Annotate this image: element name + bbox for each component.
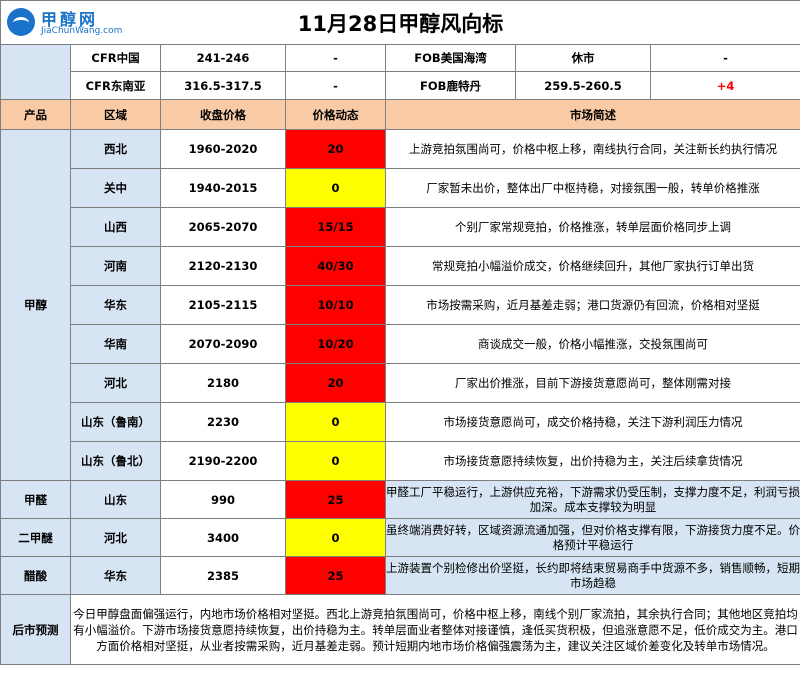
table-row: 山东（鲁南） 2230 0 市场接货意愿尚可，成交价格持稳，关注下游利润压力情况	[1, 402, 800, 442]
header-region: 区域	[70, 99, 161, 130]
table-row: 山西 2065-2070 15/15 个别厂家常规竞拍，价格推涨，转单层面价格同…	[1, 207, 800, 247]
region-cell: 山东	[70, 480, 161, 519]
intl-price-row: CFR中国 241-246 - FOB美国海湾 休市 -	[0, 44, 800, 100]
title-cell: 甲醇网 JiaChunWang.com 11月28日甲醇风向标	[0, 0, 800, 45]
page-title: 11月28日甲醇风向标	[297, 11, 504, 36]
table-row: 醋酸 华东 2385 25 上游装置个别检修出价坚挺，长约即将结束贸易商手中货源…	[0, 556, 800, 595]
change-cell: 15/15	[285, 207, 386, 247]
intl-name-b: FOB美国海湾	[385, 44, 516, 72]
intl-name-b: FOB鹿特丹	[385, 71, 516, 100]
table-row: 华南 2070-2090 10/20 商谈成交一般，价格小幅推涨，交投氛围尚可	[1, 324, 800, 364]
region-cell: 河南	[70, 246, 161, 286]
header-row: 产品 区域 收盘价格 价格动态 市场简述	[0, 99, 800, 130]
table-row: 华东 2105-2115 10/10 市场按需采购，近月基差走弱；港口货源仍有回…	[1, 285, 800, 325]
price-cell: 2190-2200	[160, 441, 286, 481]
desc-cell: 甲醛工厂平稳运行，上游供应充裕，下游需求仍受压制，支撑力度不足，利润亏损加深。成…	[384, 480, 800, 519]
outlook-text: 今日甲醇盘面偏强运行，内地市场价格相对坚挺。西北上游竞拍氛围尚可，价格中枢上移，…	[69, 594, 800, 665]
intl-name-a: CFR中国	[70, 44, 161, 72]
price-cell: 2105-2115	[160, 285, 286, 325]
table-row: 甲醛 山东 990 25 甲醛工厂平稳运行，上游供应充裕，下游需求仍受压制，支撑…	[0, 480, 800, 519]
intl-change-a: -	[285, 44, 386, 72]
product-dme: 二甲醚	[0, 518, 71, 557]
outlook-row: 后市预测 今日甲醇盘面偏强运行，内地市场价格相对坚挺。西北上游竞拍氛围尚可，价格…	[0, 594, 800, 665]
site-logo: 甲醇网 JiaChunWang.com	[5, 5, 135, 39]
intl-price-a: 241-246	[160, 44, 286, 72]
intl-price-b: 259.5-260.5	[515, 71, 651, 100]
header-change: 价格动态	[285, 99, 386, 130]
title-row: 甲醇网 JiaChunWang.com 11月28日甲醇风向标	[0, 0, 800, 45]
region-cell: 关中	[70, 168, 161, 208]
outlook-label: 后市预测	[0, 594, 71, 665]
desc-cell: 商谈成交一般，价格小幅推涨，交投氛围尚可	[384, 324, 800, 364]
intl-name-a: CFR东南亚	[70, 71, 161, 100]
change-cell: 0	[285, 518, 386, 557]
price-cell: 990	[160, 480, 286, 519]
price-cell: 1940-2015	[160, 168, 286, 208]
price-cell: 2120-2130	[160, 246, 286, 286]
price-cell: 2230	[160, 402, 286, 442]
product-methanol: 甲醇	[0, 129, 71, 481]
region-cell: 河北	[70, 518, 161, 557]
region-cell: 河北	[70, 363, 161, 403]
logo-mark-icon	[7, 8, 35, 36]
table-row: 山东（鲁北） 2190-2200 0 市场接货意愿持续恢复，出价持稳为主，关注后…	[1, 441, 800, 481]
intl-price-a: 316.5-317.5	[160, 71, 286, 100]
change-cell: 40/30	[285, 246, 386, 286]
desc-cell: 厂家出价推涨，目前下游接货意愿尚可，整体刚需对接	[384, 363, 800, 403]
change-cell: 20	[285, 129, 386, 169]
price-cell: 1960-2020	[160, 129, 286, 169]
region-cell: 山东（鲁南）	[70, 402, 161, 442]
region-cell: 华东	[70, 285, 161, 325]
header-product: 产品	[0, 99, 71, 130]
change-cell: 25	[285, 556, 386, 595]
table-row: 关中 1940-2015 0 厂家暂未出价，整体出厂中枢持稳，对接氛围一般，转单…	[1, 168, 800, 208]
table-row: 河北 2180 20 厂家出价推涨，目前下游接货意愿尚可，整体刚需对接	[1, 363, 800, 403]
region-cell: 华南	[70, 324, 161, 364]
header-desc: 市场简述	[384, 99, 800, 130]
region-cell: 山西	[70, 207, 161, 247]
desc-cell: 虽终端消费好转，区域资源流通加强，但对价格支撑有限，下游接货力度不足。价格预计平…	[384, 518, 800, 557]
header-price: 收盘价格	[160, 99, 286, 130]
region-cell: 华东	[70, 556, 161, 595]
change-cell: 10/20	[285, 324, 386, 364]
price-cell: 2065-2070	[160, 207, 286, 247]
change-cell: 20	[285, 363, 386, 403]
price-cell: 2180	[160, 363, 286, 403]
price-cell: 3400	[160, 518, 286, 557]
intl-change-a: -	[285, 71, 386, 100]
region-cell: 西北	[70, 129, 161, 169]
desc-cell: 个别厂家常规竞拍，价格推涨，转单层面价格同步上调	[384, 207, 800, 247]
intl-change-b: +4	[649, 71, 800, 100]
region-cell: 山东（鲁北）	[70, 441, 161, 481]
change-cell: 10/10	[285, 285, 386, 325]
intl-label-blank	[0, 44, 71, 100]
price-cell: 2385	[160, 556, 286, 595]
logo-text-en: JiaChunWang.com	[41, 26, 123, 36]
table-row: 河南 2120-2130 40/30 常规竞拍小幅溢价成交，价格继续回升，其他厂…	[1, 246, 800, 286]
change-cell: 0	[285, 402, 386, 442]
intl-change-b: -	[649, 44, 800, 72]
desc-cell: 市场按需采购，近月基差走弱；港口货源仍有回流，价格相对坚挺	[384, 285, 800, 325]
desc-cell: 上游装置个别检修出价坚挺，长约即将结束贸易商手中货源不多，销售顺畅，短期市场趋稳	[384, 556, 800, 595]
desc-cell: 常规竞拍小幅溢价成交，价格继续回升，其他厂家执行订单出货	[384, 246, 800, 286]
table-row: 甲醇 西北 1960-2020 20 上游竞拍氛围尚可，价格中枢上移，南线执行合…	[0, 129, 800, 481]
change-cell: 0	[285, 168, 386, 208]
product-formaldehyde: 甲醛	[0, 480, 71, 519]
intl-price-row: CFR东南亚 316.5-317.5 - FOB鹿特丹 259.5-260.5 …	[1, 71, 800, 100]
methanol-wind-vane-table: 甲醇网 JiaChunWang.com 11月28日甲醇风向标 CFR中国 24…	[0, 0, 800, 665]
intl-price-b: 休市	[515, 44, 651, 72]
price-cell: 2070-2090	[160, 324, 286, 364]
desc-cell: 厂家暂未出价，整体出厂中枢持稳，对接氛围一般，转单价格推涨	[384, 168, 800, 208]
desc-cell: 市场接货意愿尚可，成交价格持稳，关注下游利润压力情况	[384, 402, 800, 442]
desc-cell: 上游竞拍氛围尚可，价格中枢上移，南线执行合同，关注新长约执行情况	[384, 129, 800, 169]
table-row: 二甲醚 河北 3400 0 虽终端消费好转，区域资源流通加强，但对价格支撑有限，…	[0, 518, 800, 557]
product-acetic-acid: 醋酸	[0, 556, 71, 595]
change-cell: 25	[285, 480, 386, 519]
change-cell: 0	[285, 441, 386, 481]
desc-cell: 市场接货意愿持续恢复，出价持稳为主，关注后续拿货情况	[384, 441, 800, 481]
